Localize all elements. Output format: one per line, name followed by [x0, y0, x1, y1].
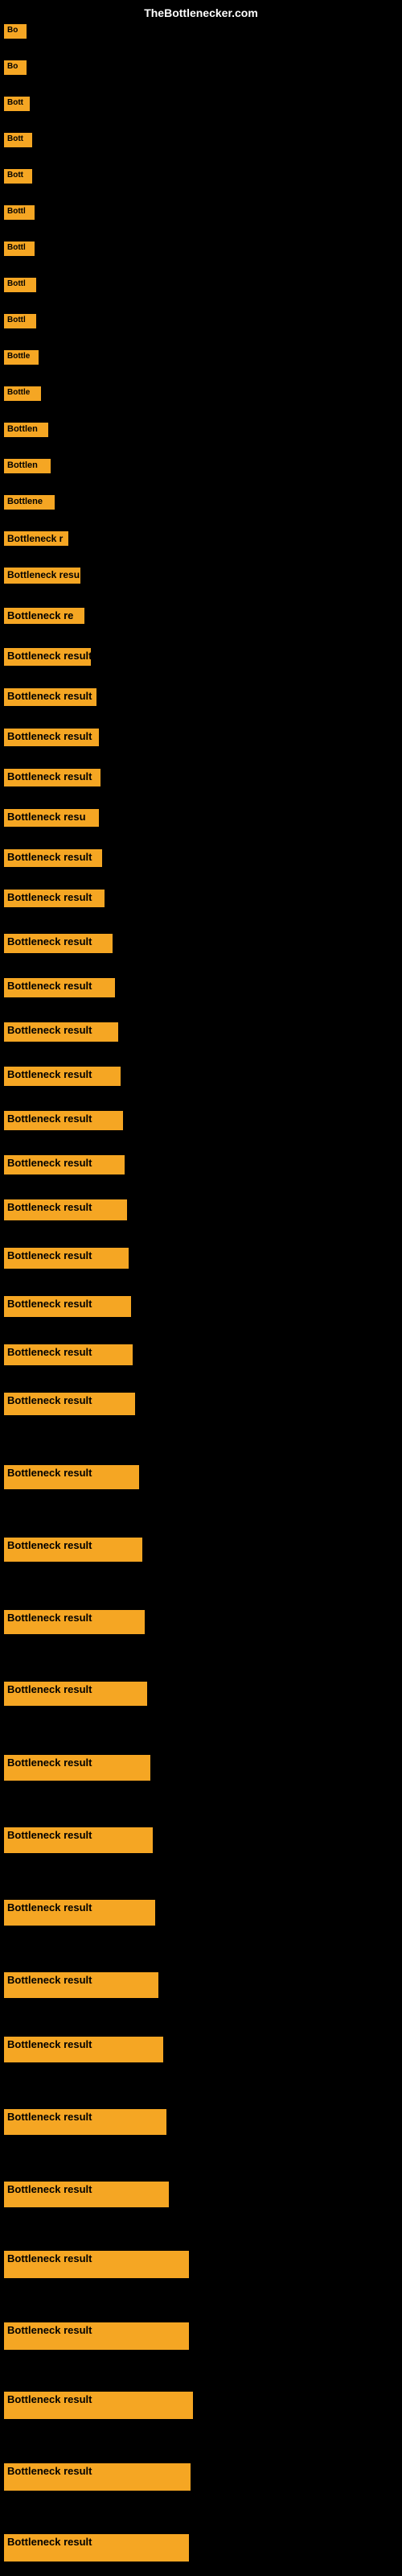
bottleneck-result-item: Bottleneck result	[4, 2182, 169, 2207]
bottleneck-result-item: Bottleneck re	[4, 608, 84, 624]
bottleneck-result-item: Bottlen	[4, 459, 51, 473]
bottleneck-result-item: Bottleneck result	[4, 934, 113, 953]
bottleneck-result-item: Bottleneck resu	[4, 809, 99, 827]
bottleneck-result-item: Bottleneck result	[4, 1248, 129, 1269]
bottleneck-result-item: Bottleneck result	[4, 2463, 191, 2491]
bottleneck-result-item: Bottleneck result	[4, 1682, 147, 1706]
bottleneck-result-item: Bottleneck result	[4, 2109, 166, 2135]
bottleneck-result-item: Bott	[4, 97, 30, 111]
bottleneck-result-item: Bottleneck result	[4, 2037, 163, 2062]
bottleneck-result-item: Bottl	[4, 205, 35, 220]
site-title: TheBottlenecker.com	[144, 6, 258, 19]
bottleneck-result-item: Bottleneck result	[4, 1465, 139, 1489]
bottleneck-result-item: Bo	[4, 60, 27, 75]
bottleneck-result-item: Bottleneck result	[4, 1067, 121, 1086]
bottleneck-result-item: Bottleneck result	[4, 2251, 189, 2278]
bottleneck-result-item: Bottleneck result	[4, 769, 100, 786]
bottleneck-result-item: Bottleneck result	[4, 2322, 189, 2350]
bottleneck-result-item: Bottleneck result	[4, 1111, 123, 1130]
bottleneck-result-item: Bottleneck r	[4, 531, 68, 546]
bottleneck-result-item: Bottleneck result	[4, 1827, 153, 1853]
bottleneck-result-item: Bottleneck result	[4, 1199, 127, 1220]
bottleneck-result-item: Bottleneck result	[4, 1155, 125, 1174]
bottleneck-result-item: Bottl	[4, 278, 36, 292]
bottleneck-result-item: Bottleneck result	[4, 1344, 133, 1365]
bottleneck-result-item: Bottleneck result	[4, 1900, 155, 1926]
bottleneck-result-item: Bottleneck result	[4, 1296, 131, 1317]
bottleneck-result-item: Bottleneck resu	[4, 568, 80, 584]
bottleneck-result-item: Bottle	[4, 350, 39, 365]
bottleneck-result-item: Bottleneck result	[4, 648, 91, 666]
bottleneck-result-item: Bottleneck result	[4, 1610, 145, 1634]
bottleneck-result-item: Bottleneck result	[4, 890, 105, 907]
bottleneck-result-item: Bottleneck result	[4, 2534, 189, 2562]
bottleneck-result-item: Bott	[4, 169, 32, 184]
bottleneck-result-item: Bottl	[4, 242, 35, 256]
bottleneck-result-item: Bottleneck result	[4, 978, 115, 997]
bottleneck-result-item: Bottlene	[4, 495, 55, 510]
bottleneck-result-item: Bott	[4, 133, 32, 147]
bottleneck-result-item: Bottleneck result	[4, 1393, 135, 1415]
bottleneck-result-item: Bo	[4, 24, 27, 39]
bottleneck-result-item: Bottl	[4, 314, 36, 328]
bottleneck-result-item: Bottlen	[4, 423, 48, 437]
bottleneck-result-item: Bottle	[4, 386, 41, 401]
bottleneck-result-item: Bottleneck result	[4, 1972, 158, 1998]
bottleneck-result-item: Bottleneck result	[4, 1022, 118, 1042]
bottleneck-result-item: Bottleneck result	[4, 729, 99, 746]
bottleneck-result-item: Bottleneck result	[4, 1755, 150, 1781]
bottleneck-result-item: Bottleneck result	[4, 1538, 142, 1562]
bottleneck-result-item: Bottleneck result	[4, 2392, 193, 2419]
bottleneck-result-item: Bottleneck result	[4, 688, 96, 706]
bottleneck-result-item: Bottleneck result	[4, 849, 102, 867]
